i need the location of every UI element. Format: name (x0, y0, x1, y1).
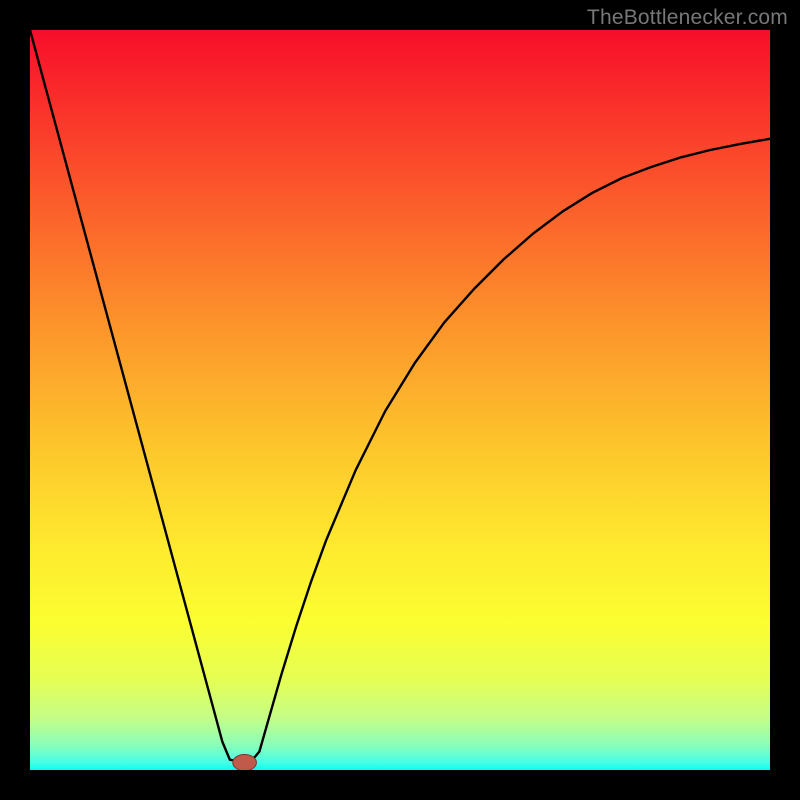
watermark-text: TheBottlenecker.com (587, 6, 788, 30)
gradient-background (30, 30, 770, 770)
plot-area (30, 30, 770, 770)
optimum-marker (233, 754, 257, 770)
chart-frame: TheBottlenecker.com (0, 0, 800, 800)
chart-svg (30, 30, 770, 770)
